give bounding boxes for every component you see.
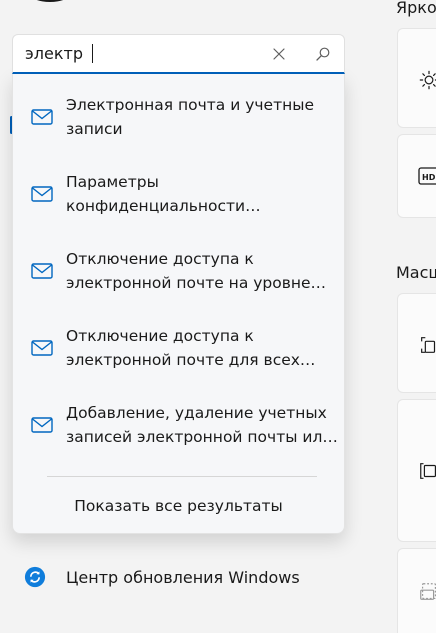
search-result-item[interactable]: Отключение доступа к электронной почте д… [13,313,344,383]
search-result-item[interactable]: Электронная почта и учетные записи [13,82,344,152]
search-suggestions-flyout: Электронная почта и учетные записи Парам… [12,74,345,534]
orientation-card[interactable] [397,548,436,633]
search-result-label: Электронная почта и учетные записи [66,96,315,138]
search-input[interactable] [25,35,265,71]
clear-search-button[interactable] [267,42,291,66]
hdr-icon: HDR [418,167,436,185]
search-result-label: Отключение доступа к электронной почте д… [66,327,316,369]
search-result-item[interactable]: Добавление, удаление учетных записей эле… [13,390,344,460]
brightness-icon [419,70,436,90]
mail-icon [31,263,53,279]
hdr-badge-text: HDR [422,173,436,182]
flyout-divider [47,476,317,477]
search-submit-button[interactable] [311,42,335,66]
search-result-label: Отключение доступа к электронной почте н… [66,250,327,292]
close-icon [273,48,285,60]
mail-icon [31,417,53,433]
hdr-card[interactable]: HDR [397,134,436,218]
scale-card[interactable] [397,293,436,393]
search-result-item[interactable]: Отключение доступа к электронной почте н… [13,236,344,306]
settings-window: Ярко HDR Масш [0,0,436,633]
orientation-icon [420,583,436,600]
nav-item-label: Центр обновления Windows [66,567,300,587]
search-icon [316,47,330,61]
search-result-label: Параметры конфиденциальности… [66,173,261,215]
brightness-card[interactable] [397,28,436,128]
text-caret [92,44,93,63]
show-all-results-button[interactable]: Показать все результаты [13,492,344,520]
search-result-label: Добавление, удаление учетных записей эле… [66,404,338,446]
settings-search-box [12,34,345,74]
mail-icon [31,186,53,202]
resolution-card[interactable] [397,399,436,542]
resolution-icon [420,463,436,479]
brightness-heading: Ярко [396,0,436,17]
mail-icon [31,340,53,356]
windows-update-icon [24,566,46,588]
scale-icon [421,337,436,353]
mail-icon [31,109,53,125]
cropped-avatar [30,0,70,2]
search-result-item[interactable]: Параметры конфиденциальности… [13,159,344,229]
scale-heading: Масш [396,263,436,282]
nav-item-windows-update[interactable]: Центр обновления Windows [24,564,300,590]
